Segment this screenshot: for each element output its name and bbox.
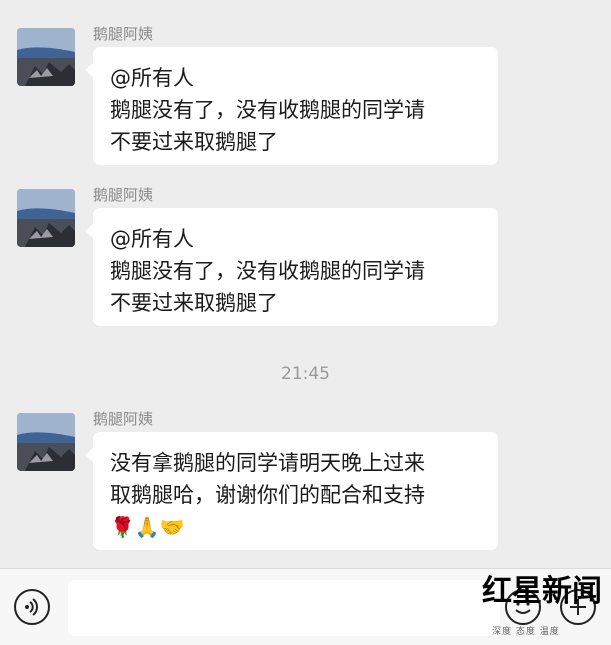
- sender-name: 鹅腿阿姨: [93, 186, 154, 204]
- message-bubble[interactable]: 没有拿鹅腿的同学请明天晚上过来 取鹅腿哈，谢谢你们的配合和支持 🌹🙏🤝: [85, 432, 498, 550]
- message-line: 没有拿鹅腿的同学请明天晚上过来: [110, 451, 425, 475]
- message-line: 鹅腿没有了，没有收鹅腿的同学请: [110, 98, 425, 122]
- message-line: 不要过来取鹅腿了: [110, 291, 278, 315]
- sender-name: 鹅腿阿姨: [93, 25, 154, 43]
- watermark-tagline: 深度 态度 温度: [492, 627, 560, 637]
- timestamp: 21:45: [281, 364, 330, 384]
- avatar[interactable]: [17, 413, 75, 471]
- emoji-row: 🌹🙏🤝: [110, 515, 185, 539]
- message-line: 鹅腿没有了，没有收鹅腿的同学请: [110, 259, 425, 283]
- message-line: 不要过来取鹅腿了: [110, 130, 278, 154]
- message-bubble[interactable]: @所有人 鹅腿没有了，没有收鹅腿的同学请 不要过来取鹅腿了: [85, 47, 498, 165]
- message-input[interactable]: [68, 580, 500, 636]
- voice-icon[interactable]: [14, 589, 50, 625]
- message-line: 取鹅腿哈，谢谢你们的配合和支持: [110, 483, 425, 507]
- watermark-logo: 红星新闻: [482, 574, 602, 609]
- sender-name: 鹅腿阿姨: [93, 410, 154, 428]
- message-line: @所有人: [110, 227, 194, 251]
- avatar[interactable]: [17, 28, 75, 86]
- message-bubble[interactable]: @所有人 鹅腿没有了，没有收鹅腿的同学请 不要过来取鹅腿了: [85, 208, 498, 326]
- chat-area[interactable]: 鹅腿阿姨 @所有人 鹅腿没有了，没有收鹅腿的同学请 不要过来取鹅腿了 鹅腿阿姨 …: [0, 0, 611, 568]
- message-line: @所有人: [110, 66, 194, 90]
- avatar[interactable]: [17, 189, 75, 247]
